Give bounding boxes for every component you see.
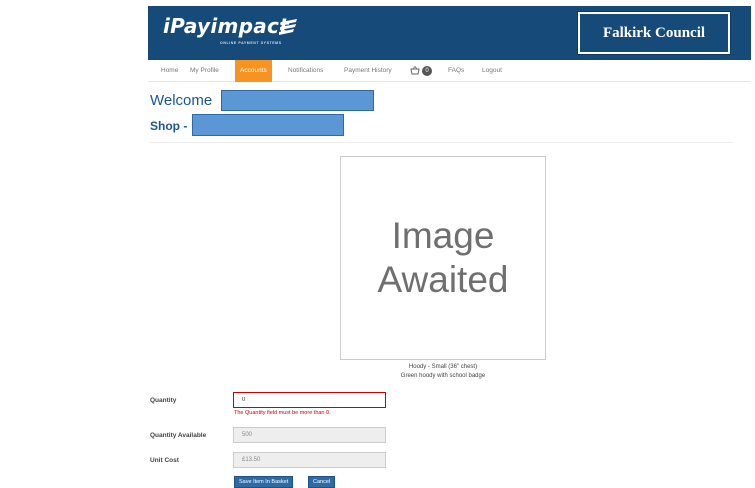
quantity-available-label: Quantity Available: [150, 432, 207, 439]
welcome-heading: Welcome: [150, 92, 213, 109]
product-image-placeholder: Image Awaited: [340, 156, 546, 360]
image-awaited-text: Image Awaited: [377, 215, 509, 300]
nav-payment-history[interactable]: Payment History: [344, 60, 392, 82]
product-description: Green hoody with school badge: [400, 373, 486, 379]
quantity-error-message: The Quantity field must be more than 0.: [234, 410, 331, 416]
redacted-shop-block: [192, 114, 344, 136]
product-name: Hoody - Small (36" chest): [408, 364, 478, 370]
nav-notifications[interactable]: Notifications: [288, 60, 323, 82]
basket-icon[interactable]: [410, 66, 420, 75]
nav-faqs[interactable]: FAQs: [448, 60, 464, 82]
nav-my-profile[interactable]: My Profile: [190, 60, 219, 82]
page: iPayimpact ONLINE PAYMENT SYSTEMS Falkir…: [0, 0, 755, 488]
logo-tagline: ONLINE PAYMENT SYSTEMS: [220, 41, 282, 45]
cancel-button[interactable]: Cancel: [308, 476, 336, 488]
header-banner: iPayimpact ONLINE PAYMENT SYSTEMS Falkir…: [148, 6, 751, 60]
save-item-button[interactable]: Save Item In Basket: [234, 476, 294, 488]
logo-text: iPayimpact: [163, 14, 290, 38]
nav-home[interactable]: Home: [161, 60, 178, 82]
ipayimpact-logo[interactable]: iPayimpact: [163, 14, 289, 38]
council-logo: Falkirk Council: [577, 11, 731, 55]
redacted-name-block: [221, 90, 374, 111]
divider: [150, 142, 733, 143]
shop-heading: Shop -: [150, 119, 188, 133]
logo-swoosh-icon: [279, 19, 297, 35]
main-nav: Home My Profile Accounts Notifications P…: [148, 60, 751, 82]
unit-cost-field: £13.50: [233, 452, 386, 468]
quantity-label: Quantity: [150, 397, 177, 404]
basket-count-badge[interactable]: 0: [422, 66, 432, 76]
quantity-available-field: 500: [233, 427, 386, 443]
nav-logout[interactable]: Logout: [482, 60, 502, 82]
nav-accounts[interactable]: Accounts: [235, 60, 272, 82]
quantity-input[interactable]: [233, 392, 386, 408]
unit-cost-label: Unit Cost: [150, 457, 179, 464]
